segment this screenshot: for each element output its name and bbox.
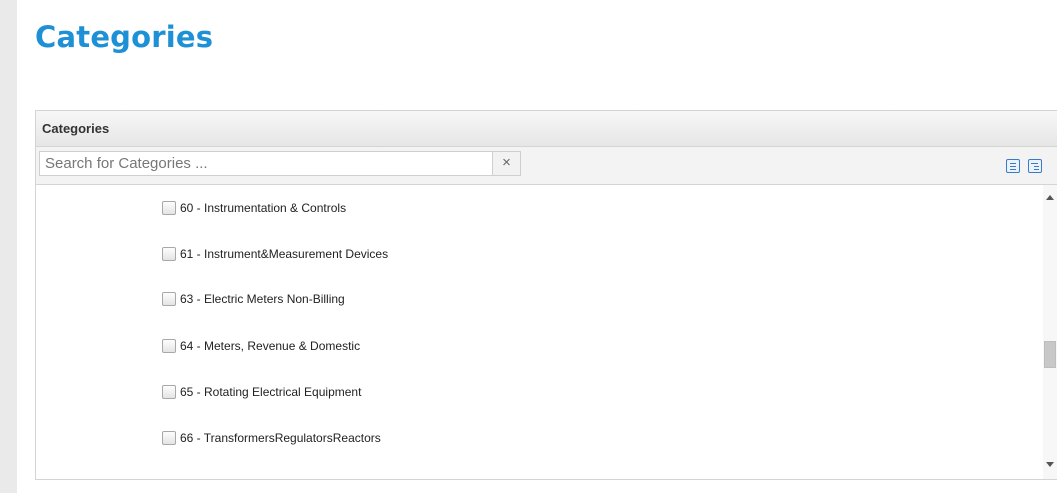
category-label: 64 - Meters, Revenue & Domestic (180, 339, 361, 353)
list-item[interactable]: 64 - Meters, Revenue & Domestic (162, 338, 360, 354)
search-box: × (39, 151, 521, 176)
list-view-icon[interactable] (1006, 159, 1020, 173)
left-sidebar-strip (0, 0, 17, 493)
panel-header: Categories (36, 111, 1057, 147)
scroll-up-icon[interactable] (1046, 195, 1054, 200)
category-label: 60 - Instrumentation & Controls (180, 201, 347, 215)
clear-search-button[interactable]: × (492, 152, 520, 175)
category-checkbox[interactable] (162, 201, 176, 215)
categories-panel: Categories × 60 - Instrumentation & Cont… (35, 110, 1057, 480)
category-label: 61 - Instrument&Measurement Devices (180, 247, 389, 261)
page-title: Categories (35, 20, 214, 54)
category-checkbox[interactable] (162, 339, 176, 353)
panel-toolbar: × (36, 147, 1057, 185)
category-label: 66 - TransformersRegulatorsReactors (180, 431, 381, 445)
list-item[interactable]: 63 - Electric Meters Non-Billing (162, 291, 345, 307)
vertical-scrollbar[interactable] (1043, 185, 1057, 479)
list-item[interactable]: 66 - TransformersRegulatorsReactors (162, 430, 381, 446)
category-list: 60 - Instrumentation & Controls 61 - Ins… (36, 185, 1057, 479)
category-label: 63 - Electric Meters Non-Billing (180, 292, 345, 306)
scroll-down-icon[interactable] (1046, 462, 1054, 467)
category-checkbox[interactable] (162, 385, 176, 399)
scroll-thumb[interactable] (1044, 341, 1056, 368)
list-item[interactable]: 65 - Rotating Electrical Equipment (162, 384, 361, 400)
category-checkbox[interactable] (162, 247, 176, 261)
list-item[interactable]: 60 - Instrumentation & Controls (162, 200, 346, 216)
list-item[interactable]: 61 - Instrument&Measurement Devices (162, 246, 388, 262)
tree-view-icon[interactable] (1028, 159, 1042, 173)
category-checkbox[interactable] (162, 431, 176, 445)
search-input[interactable] (40, 152, 480, 175)
category-checkbox[interactable] (162, 292, 176, 306)
category-label: 65 - Rotating Electrical Equipment (180, 385, 362, 399)
